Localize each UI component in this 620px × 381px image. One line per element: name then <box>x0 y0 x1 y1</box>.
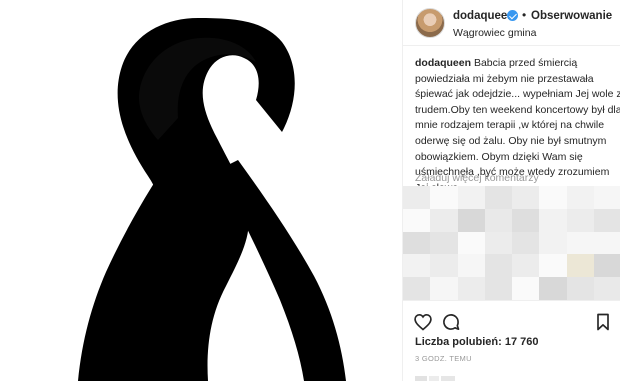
obscured-pixel <box>484 186 513 209</box>
obscured-pixel <box>512 186 540 209</box>
obscured-pixel <box>566 277 595 300</box>
obscured-pixel <box>539 186 568 209</box>
obscured-pixel <box>430 186 459 209</box>
obscured-pixel <box>484 254 513 278</box>
obscured-pixel <box>539 277 568 300</box>
separator-dot: • <box>522 8 527 22</box>
obscured-pixel <box>539 231 568 255</box>
obscured-pixel <box>430 208 459 232</box>
mourning-ribbon-icon <box>78 18 346 381</box>
author-username[interactable]: dodaqueen <box>453 10 514 22</box>
obscured-pixel <box>403 208 431 232</box>
obscured-pixel <box>403 231 431 255</box>
obscured-pixel <box>512 254 540 278</box>
post-actions: Liczba polubień: 17 760 3 GODZ. TEMU <box>403 300 620 381</box>
obscured-pixel <box>566 208 595 232</box>
obscured-pixel <box>484 208 513 232</box>
obscured-pixel <box>566 186 595 209</box>
obscured-pixel <box>539 254 568 278</box>
caption-line: oderwę się od żalu. Oby nie był smutnym <box>415 134 607 147</box>
obscured-pixel <box>512 208 540 232</box>
caption-line: Babcia przed śmiercią <box>473 57 578 69</box>
obscured-pixel <box>484 277 513 300</box>
obscured-pixel <box>566 254 595 278</box>
obscured-pixel <box>430 277 459 300</box>
instagram-post: dodaqueen • Obserwowanie Wągrowiec gmina… <box>0 0 620 381</box>
following-button[interactable]: Obserwowanie <box>531 10 612 22</box>
caption-line: śpiewać jak odejdzie... wypełniam Jej wo… <box>415 88 620 101</box>
obscured-pixel <box>403 277 431 300</box>
bookmark-icon[interactable] <box>593 312 613 332</box>
post-image[interactable] <box>0 0 402 381</box>
obscured-comments <box>403 186 620 300</box>
obscured-pixel <box>457 277 486 300</box>
avatar[interactable] <box>415 8 445 38</box>
post-sidebar: dodaqueen • Obserwowanie Wągrowiec gmina… <box>402 0 620 381</box>
obscured-pixel <box>593 254 620 278</box>
caption-line: trudem.Oby ten weekend koncertowy był dl… <box>415 103 620 116</box>
obscured-pixel <box>593 277 620 300</box>
obscured-pixel <box>512 231 540 255</box>
post-timestamp[interactable]: 3 GODZ. TEMU <box>415 354 472 363</box>
heart-icon[interactable] <box>413 312 433 332</box>
post-header: dodaqueen • Obserwowanie Wągrowiec gmina <box>403 0 620 46</box>
load-more-comments-link[interactable]: Załaduj więcej komentarzy <box>415 172 539 184</box>
location-link[interactable]: Wągrowiec gmina <box>453 27 536 39</box>
verified-badge-icon <box>507 10 518 21</box>
caption-line: mnie rodzajem terapii ,w której na chwil… <box>415 119 605 132</box>
obscured-pixel <box>593 231 620 255</box>
caption-line: powiedziała mi żebym nie przestawała <box>415 72 594 85</box>
obscured-pixel <box>403 254 431 278</box>
obscured-pixel <box>457 231 486 255</box>
truncated-content <box>415 376 455 381</box>
obscured-pixel <box>457 208 486 232</box>
obscured-pixel <box>457 254 486 278</box>
obscured-pixel <box>430 254 459 278</box>
obscured-pixel <box>430 231 459 255</box>
caption-line: obowiązkiem. Obym dzięki Wam się <box>415 150 583 163</box>
likes-count[interactable]: Liczba polubień: 17 760 <box>415 336 538 348</box>
obscured-pixel <box>593 208 620 232</box>
obscured-pixel <box>457 186 486 209</box>
caption-username[interactable]: dodaqueen <box>415 57 471 69</box>
obscured-pixel <box>593 186 620 209</box>
obscured-pixel <box>512 277 540 300</box>
obscured-pixel <box>566 231 595 255</box>
obscured-pixel <box>403 186 431 209</box>
comment-icon[interactable] <box>441 312 461 332</box>
obscured-pixel <box>539 208 568 232</box>
obscured-pixel <box>484 231 513 255</box>
